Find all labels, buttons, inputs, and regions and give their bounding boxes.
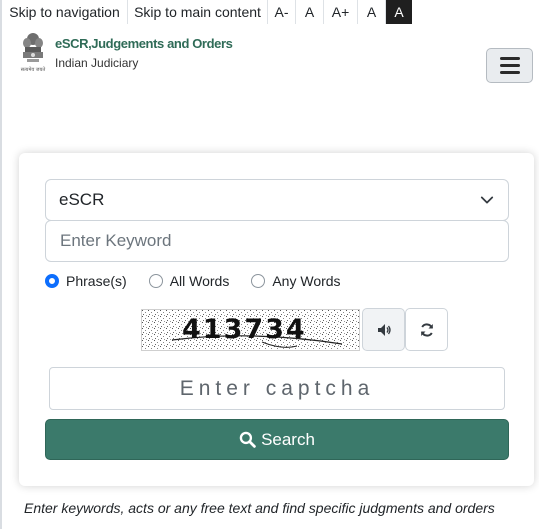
light-theme-button[interactable]: A [358,0,386,24]
source-select-value: eSCR [59,190,105,209]
refresh-icon [420,322,433,337]
hamburger-menu-button[interactable] [486,48,533,83]
speaker-icon [377,323,391,336]
chevron-down-icon [480,196,494,204]
captcha-refresh-button[interactable] [405,308,448,351]
svg-text:सत्यमेव जयते: सत्यमेव जयते [21,66,46,73]
font-increase-button[interactable]: A+ [324,0,358,24]
skip-to-main-content-link[interactable]: Skip to main content [128,0,268,24]
site-title[interactable]: eSCR,Judgements and Orders [55,36,233,51]
font-decrease-button[interactable]: A- [268,0,296,24]
search-help-text: Enter keywords, acts or any free text an… [24,500,495,516]
national-emblem-icon: सत्यमेव जयते [21,33,46,73]
captcha-audio-button[interactable] [362,308,405,351]
radio-phrases[interactable]: Phrase(s) [45,273,127,289]
match-options: Phrase(s) All Words Any Words [45,272,341,290]
source-select[interactable]: eSCR [45,179,509,221]
radio-any-words[interactable]: Any Words [251,273,341,289]
captcha-input[interactable] [49,367,505,410]
search-icon [239,431,256,448]
font-normal-button[interactable]: A [296,0,324,24]
search-button[interactable]: Search [45,419,509,460]
captcha-code: 413734 [182,314,307,345]
radio-checked-icon[interactable] [45,274,59,288]
site-subtitle: Indian Judiciary [55,56,139,70]
keyword-input[interactable] [45,220,509,262]
captcha-image: 413734 [141,309,360,351]
search-button-label: Search [261,429,315,449]
accessibility-toolbar: Skip to navigation Skip to main content … [2,0,412,24]
page-edge [0,0,2,529]
radio-all-words[interactable]: All Words [148,273,229,289]
hamburger-icon [499,57,520,60]
dark-theme-button[interactable]: A [386,0,412,24]
skip-to-navigation-link[interactable]: Skip to navigation [2,0,128,24]
radio-unchecked-icon[interactable] [148,274,163,288]
radio-unchecked-icon[interactable] [251,274,266,288]
